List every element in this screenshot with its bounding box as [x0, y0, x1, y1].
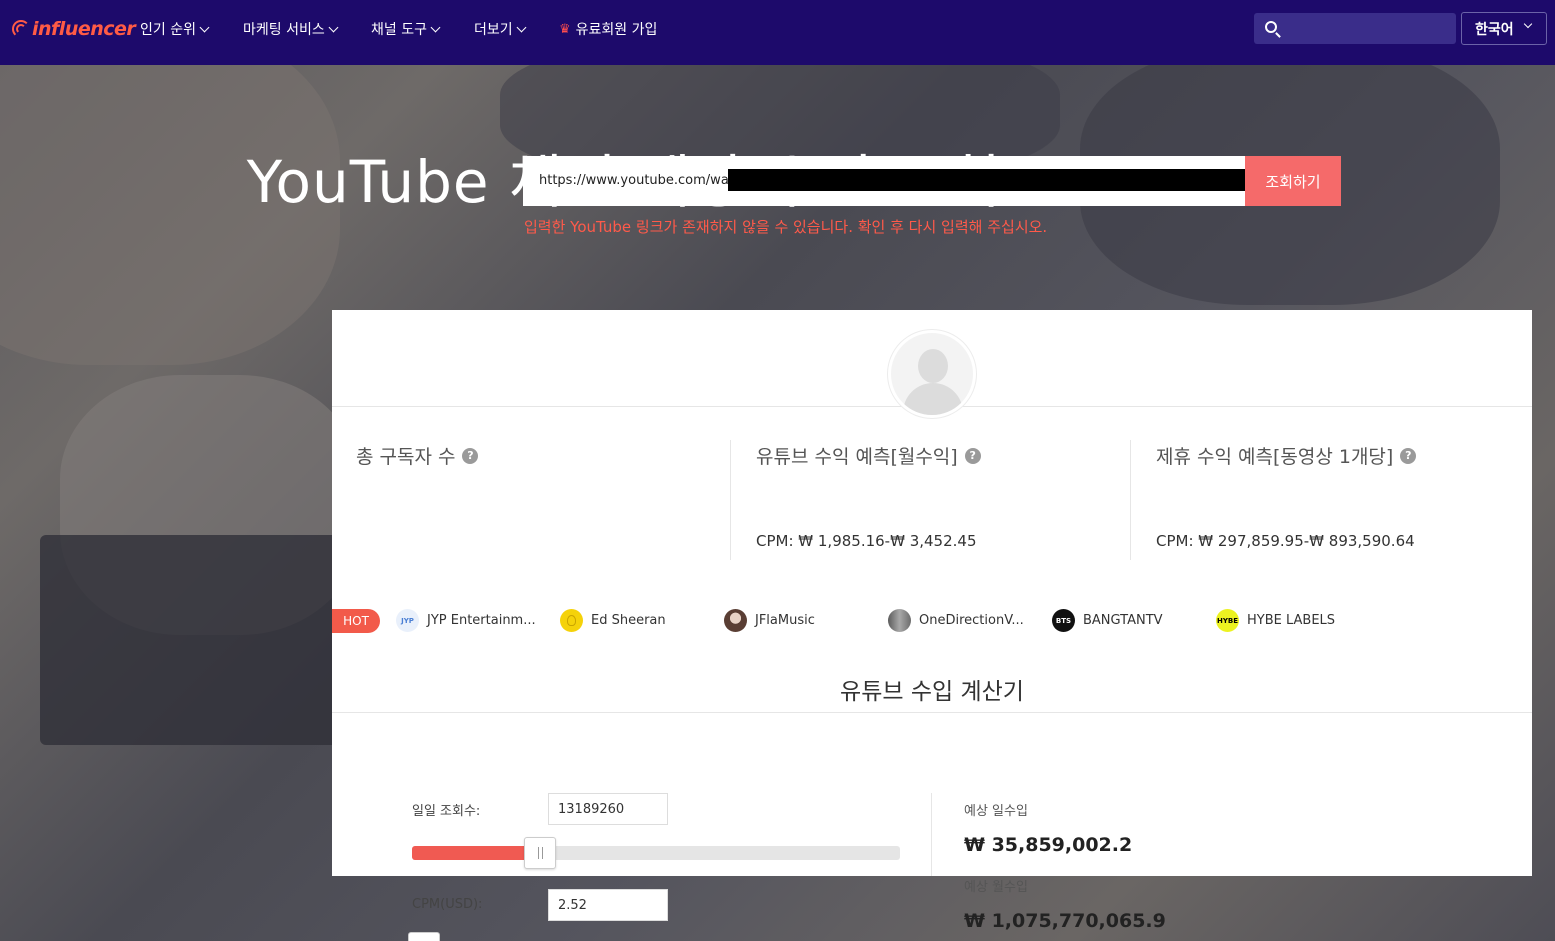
hot-channels-row: HOT JYP JYP Entertainm... Ed Sheeran JFl…	[332, 598, 1532, 648]
channel-name: HYBE LABELS	[1247, 613, 1336, 628]
channel-name: JFlaMusic	[755, 613, 815, 628]
cpm-input[interactable]: 2.52	[548, 889, 668, 921]
help-icon[interactable]: ?	[462, 447, 479, 464]
url-input-value: https://www.youtube.com/watc	[539, 173, 742, 188]
youtube-revenue-cpm: CPM: ₩ 1,985.16-₩ 3,452.45	[756, 532, 977, 550]
hot-channel-item[interactable]: BTS BANGTANTV	[1052, 609, 1163, 632]
youtube-revenue-stat: 유튜브 수익 예측[월수익] ?	[756, 442, 981, 469]
daily-income-label: 예상 일수입	[964, 804, 1028, 819]
monthly-income-label: 예상 월수입	[964, 880, 1028, 895]
youtube-url-input[interactable]: https://www.youtube.com/watc	[523, 156, 1246, 206]
avatar-placeholder-icon	[918, 349, 948, 383]
chevron-down-icon	[516, 22, 527, 32]
nav-label: 유료회원 가입	[575, 22, 658, 38]
channel-avatar	[888, 330, 976, 418]
subscribers-stat: 총 구독자 수 ?	[356, 442, 479, 469]
chevron-down-icon	[328, 22, 339, 32]
language-label: 한국어	[1475, 21, 1514, 38]
logo-signal-icon	[12, 18, 30, 40]
hybe-logo-icon: HYBE	[1216, 609, 1239, 632]
search-input[interactable]	[1254, 13, 1456, 44]
hot-badge: HOT	[332, 609, 380, 633]
chevron-down-icon	[430, 22, 441, 32]
search-icon	[1265, 21, 1277, 33]
cpm-slider-handle[interactable]	[408, 932, 440, 941]
nav-more[interactable]: 더보기	[474, 19, 527, 39]
affiliate-revenue-label: 제휴 수익 예측[동영상 1개당]	[1156, 446, 1394, 468]
nav-popular-ranking[interactable]: 인기 순위	[140, 19, 210, 39]
crown-icon: ♛	[559, 21, 571, 37]
nav-channel-tools[interactable]: 채널 도구	[371, 19, 441, 39]
nav-label: 채널 도구	[371, 22, 427, 38]
nav-label: 더보기	[474, 22, 513, 38]
divider	[730, 440, 731, 560]
hot-channel-item[interactable]: JYP JYP Entertainm...	[396, 609, 536, 632]
error-message: 입력한 YouTube 링크가 존재하지 않을 수 있습니다. 확인 후 다시 …	[524, 218, 1048, 236]
slider-handle[interactable]	[523, 837, 556, 869]
daily-income-value: ₩ 35,859,002.2	[964, 834, 1133, 856]
channel-name: BANGTANTV	[1083, 613, 1163, 628]
chevron-down-icon	[1523, 19, 1533, 29]
affiliate-revenue-cpm: CPM: ₩ 297,859.95-₩ 893,590.64	[1156, 532, 1415, 550]
nav-label: 인기 순위	[140, 22, 196, 38]
hot-channel-item[interactable]: JFlaMusic	[724, 609, 815, 632]
slider-fill	[412, 846, 540, 860]
language-select[interactable]: 한국어	[1461, 12, 1547, 45]
chevron-down-icon	[199, 22, 210, 32]
monthly-income-value: ₩ 1,075,770,065.9	[964, 910, 1166, 932]
jyp-logo-icon: JYP	[396, 609, 419, 632]
one-direction-avatar-icon	[888, 609, 911, 632]
divider	[1130, 440, 1131, 560]
help-icon[interactable]: ?	[1400, 447, 1417, 464]
help-icon[interactable]: ?	[964, 447, 981, 464]
youtube-revenue-label: 유튜브 수익 예측[월수익]	[756, 446, 958, 468]
channel-name: Ed Sheeran	[591, 613, 666, 628]
affiliate-revenue-stat: 제휴 수익 예측[동영상 1개당] ?	[1156, 442, 1417, 469]
calculator-title: 유튜브 수입 계산기	[840, 679, 1024, 705]
channel-name: JYP Entertainm...	[427, 613, 536, 628]
subscribers-label: 총 구독자 수	[356, 446, 456, 468]
nav-label: 마케팅 서비스	[243, 22, 325, 38]
hot-channel-item[interactable]: Ed Sheeran	[560, 609, 666, 632]
bts-logo-icon: BTS	[1052, 609, 1075, 632]
daily-views-input[interactable]: 13189260	[548, 793, 668, 825]
avatar-placeholder-body	[903, 383, 963, 415]
daily-views-slider[interactable]	[412, 846, 900, 860]
hot-channel-item[interactable]: OneDirectionV...	[888, 609, 1024, 632]
hero-bg-laptop	[40, 535, 340, 745]
nav-marketing-service[interactable]: 마케팅 서비스	[243, 19, 339, 39]
top-navbar: influencer 인기 순위 마케팅 서비스 채널 도구 더보기 ♛ 유료회…	[0, 0, 1555, 65]
lookup-button[interactable]: 조회하기	[1245, 156, 1341, 206]
daily-views-label: 일일 조회수:	[412, 804, 481, 819]
divider	[931, 793, 932, 876]
redaction-bar	[728, 169, 1246, 191]
ed-sheeran-logo-icon	[560, 609, 583, 632]
nav-premium-signup[interactable]: ♛ 유료회원 가입	[559, 19, 657, 39]
jfla-avatar-icon	[724, 609, 747, 632]
logo-text: influencer	[32, 18, 136, 40]
divider	[332, 712, 1532, 713]
cpm-label: CPM(USD):	[412, 897, 483, 912]
influencer-logo[interactable]: influencer	[12, 14, 136, 44]
channel-name: OneDirectionV...	[919, 613, 1024, 628]
hot-channel-item[interactable]: HYBE HYBE LABELS	[1216, 609, 1335, 632]
